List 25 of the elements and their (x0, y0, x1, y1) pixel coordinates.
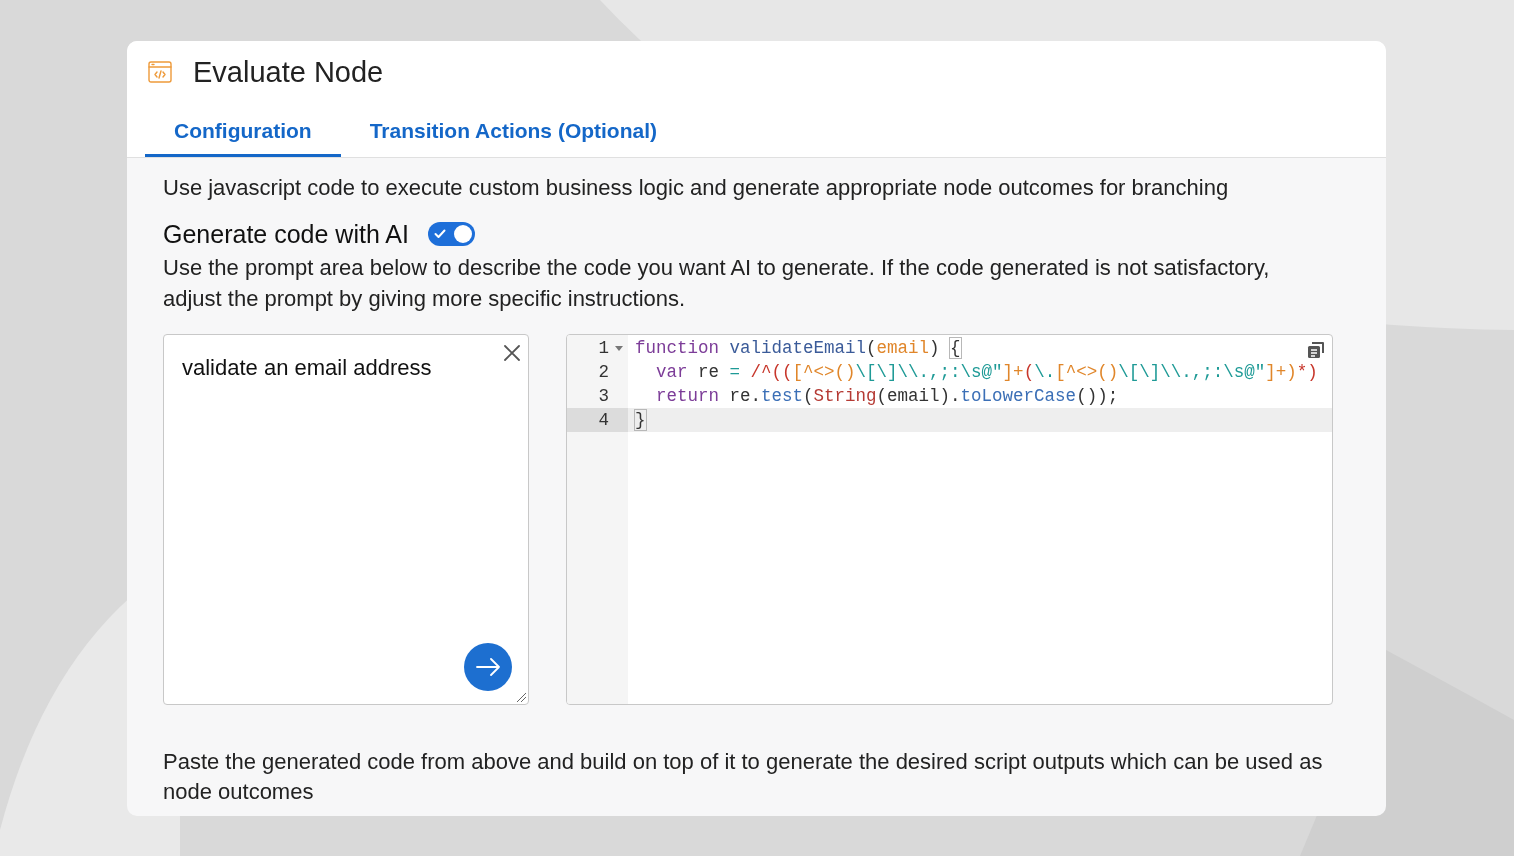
help-text: Use the prompt area below to describe the code you want AI to generate. If the code generated is not satisfactory, adjust the prompt by giving more specific instructions. (163, 254, 1271, 313)
panel-title: Evaluate Node (193, 54, 384, 90)
line-number: 2 (598, 361, 609, 384)
prompt-field[interactable]: validate an email address (163, 334, 529, 705)
copy-icon[interactable] (1307, 341, 1325, 359)
resize-handle-icon[interactable] (516, 692, 526, 702)
check-icon (434, 229, 446, 239)
tab[interactable]: Configuration (145, 102, 341, 157)
code-editor[interactable]: 1 2 3 4 function validateEmail(email) { var re = /^(([^<>()\[\]\\.,;:\s@"]+(\.[^<>()\[\]\\.,;:\s@"]+)*) return re.test(String(email).toLowerCase()); } (566, 334, 1333, 705)
code-line: var re = /^(([^<>()\[\]\\.,;:\s@"]+(\.[^<>()\[\]\\.,;:\s@"]+)*) (655, 361, 1319, 384)
toggle-label: Generate code with AI (163, 219, 409, 249)
line-number: 3 (598, 385, 609, 408)
code-line: function validateEmail(email) { (634, 337, 962, 360)
toggle-switch[interactable] (428, 222, 475, 246)
line-number: 1 (598, 337, 609, 360)
footer-note: Paste the generated code from above and build on top of it to generate the desired script outputs which can be used as node outcomes (163, 748, 1324, 806)
code-line: return re.test(String(email).toLowerCase()); (655, 385, 1120, 408)
fold-caret-icon[interactable] (615, 345, 623, 351)
line-number: 4 (598, 409, 609, 432)
tab[interactable]: Transition Actions (Optional) (340, 102, 687, 157)
close-icon[interactable] (504, 345, 520, 361)
code-window-icon (148, 59, 172, 84)
description-text: Use javascript code to execute custom business logic and generate appropriate node outcomes for branching (163, 174, 1230, 202)
arrow-right-icon (476, 658, 500, 676)
send-button[interactable] (464, 643, 512, 691)
